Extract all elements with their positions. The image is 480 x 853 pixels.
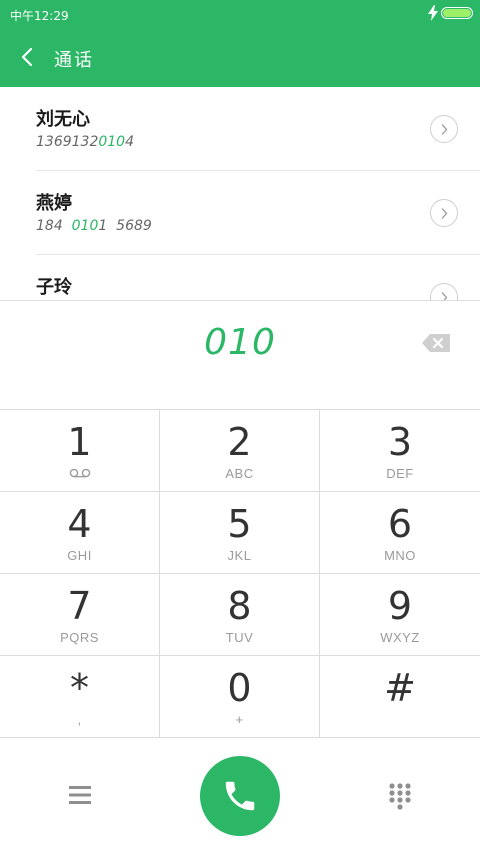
contact-name: 燕婷 <box>36 193 72 214</box>
contact-list: 刘无心 13691320104 燕婷 184 0101 5689 子玲 <box>0 87 480 301</box>
contact-number: 184 0101 5689 <box>36 218 152 234</box>
key-digit: 8 <box>227 584 252 628</box>
key-letters: TUV <box>225 630 254 645</box>
contact-name: 子玲 <box>36 277 72 298</box>
key-star[interactable]: * , <box>0 656 160 738</box>
key-digit: 1 <box>67 420 92 464</box>
key-letters: DEF <box>386 466 414 481</box>
key-digit: 0 <box>227 666 252 710</box>
key-8[interactable]: 8 TUV <box>160 574 320 656</box>
call-button[interactable] <box>200 756 280 836</box>
contact-detail-button[interactable] <box>430 283 458 301</box>
key-1[interactable]: 1 <box>0 410 160 492</box>
key-letters: MNO <box>384 548 416 563</box>
bottom-bar <box>0 739 480 853</box>
key-digit: 5 <box>227 502 252 546</box>
key-letters: + <box>235 712 244 727</box>
key-9[interactable]: 9 WXYZ <box>320 574 480 656</box>
key-letters: JKL <box>227 548 252 563</box>
key-digit: # <box>384 666 416 710</box>
charging-bolt-icon <box>428 5 438 21</box>
voicemail-icon <box>69 468 91 478</box>
key-letters: ABC <box>225 466 254 481</box>
key-letters: WXYZ <box>380 630 420 645</box>
key-hash[interactable]: # <box>320 656 480 738</box>
backspace-icon[interactable] <box>421 333 451 353</box>
key-digit: 2 <box>227 420 252 464</box>
contact-row[interactable]: 子玲 <box>0 255 480 301</box>
key-6[interactable]: 6 MNO <box>320 492 480 574</box>
number-match: 010 <box>98 134 126 150</box>
key-digit: 4 <box>67 502 92 546</box>
key-digit: * <box>70 666 89 710</box>
contact-row[interactable]: 燕婷 184 0101 5689 <box>0 171 480 255</box>
key-0[interactable]: 0 + <box>160 656 320 738</box>
key-letters: PQRS <box>60 630 99 645</box>
key-7[interactable]: 7 PQRS <box>0 574 160 656</box>
number-part: 184 <box>36 218 72 234</box>
contact-name: 刘无心 <box>36 109 90 130</box>
number-part: 4 <box>125 134 135 150</box>
key-4[interactable]: 4 GHI <box>0 492 160 574</box>
phone-icon <box>225 781 255 811</box>
number-match: 010 <box>71 218 99 234</box>
key-digit: 9 <box>387 584 413 628</box>
contact-number: 13691320104 <box>36 134 134 150</box>
dialed-number: 010 <box>204 322 276 363</box>
battery-icon <box>441 7 473 19</box>
contact-detail-button[interactable] <box>430 115 458 143</box>
key-digit: 3 <box>387 420 413 464</box>
chevron-right-icon <box>441 124 448 135</box>
back-arrow-icon[interactable] <box>14 42 40 72</box>
key-digit: 6 <box>387 502 413 546</box>
app-header: 中午12:29 通话 <box>0 0 480 87</box>
dialpad-icon[interactable] <box>388 782 412 810</box>
divider <box>0 300 480 301</box>
battery-level <box>443 9 471 17</box>
menu-icon[interactable] <box>68 784 92 806</box>
key-5[interactable]: 5 JKL <box>160 492 320 574</box>
key-letters: , <box>77 712 82 727</box>
contact-row[interactable]: 刘无心 13691320104 <box>0 87 480 171</box>
number-part: 1 5689 <box>98 218 152 234</box>
key-3[interactable]: 3 DEF <box>320 410 480 492</box>
chevron-right-icon <box>441 208 448 219</box>
contact-detail-button[interactable] <box>430 199 458 227</box>
keypad: 1 2 ABC 3 DEF 4 GHI 5 JKL 6 MNO 7 PQRS 8… <box>0 409 480 740</box>
number-part: 1369132 <box>36 134 99 150</box>
key-letters: GHI <box>67 548 92 563</box>
page-title: 通话 <box>54 50 94 71</box>
status-time: 中午12:29 <box>10 9 69 23</box>
key-digit: 7 <box>67 584 92 628</box>
key-2[interactable]: 2 ABC <box>160 410 320 492</box>
